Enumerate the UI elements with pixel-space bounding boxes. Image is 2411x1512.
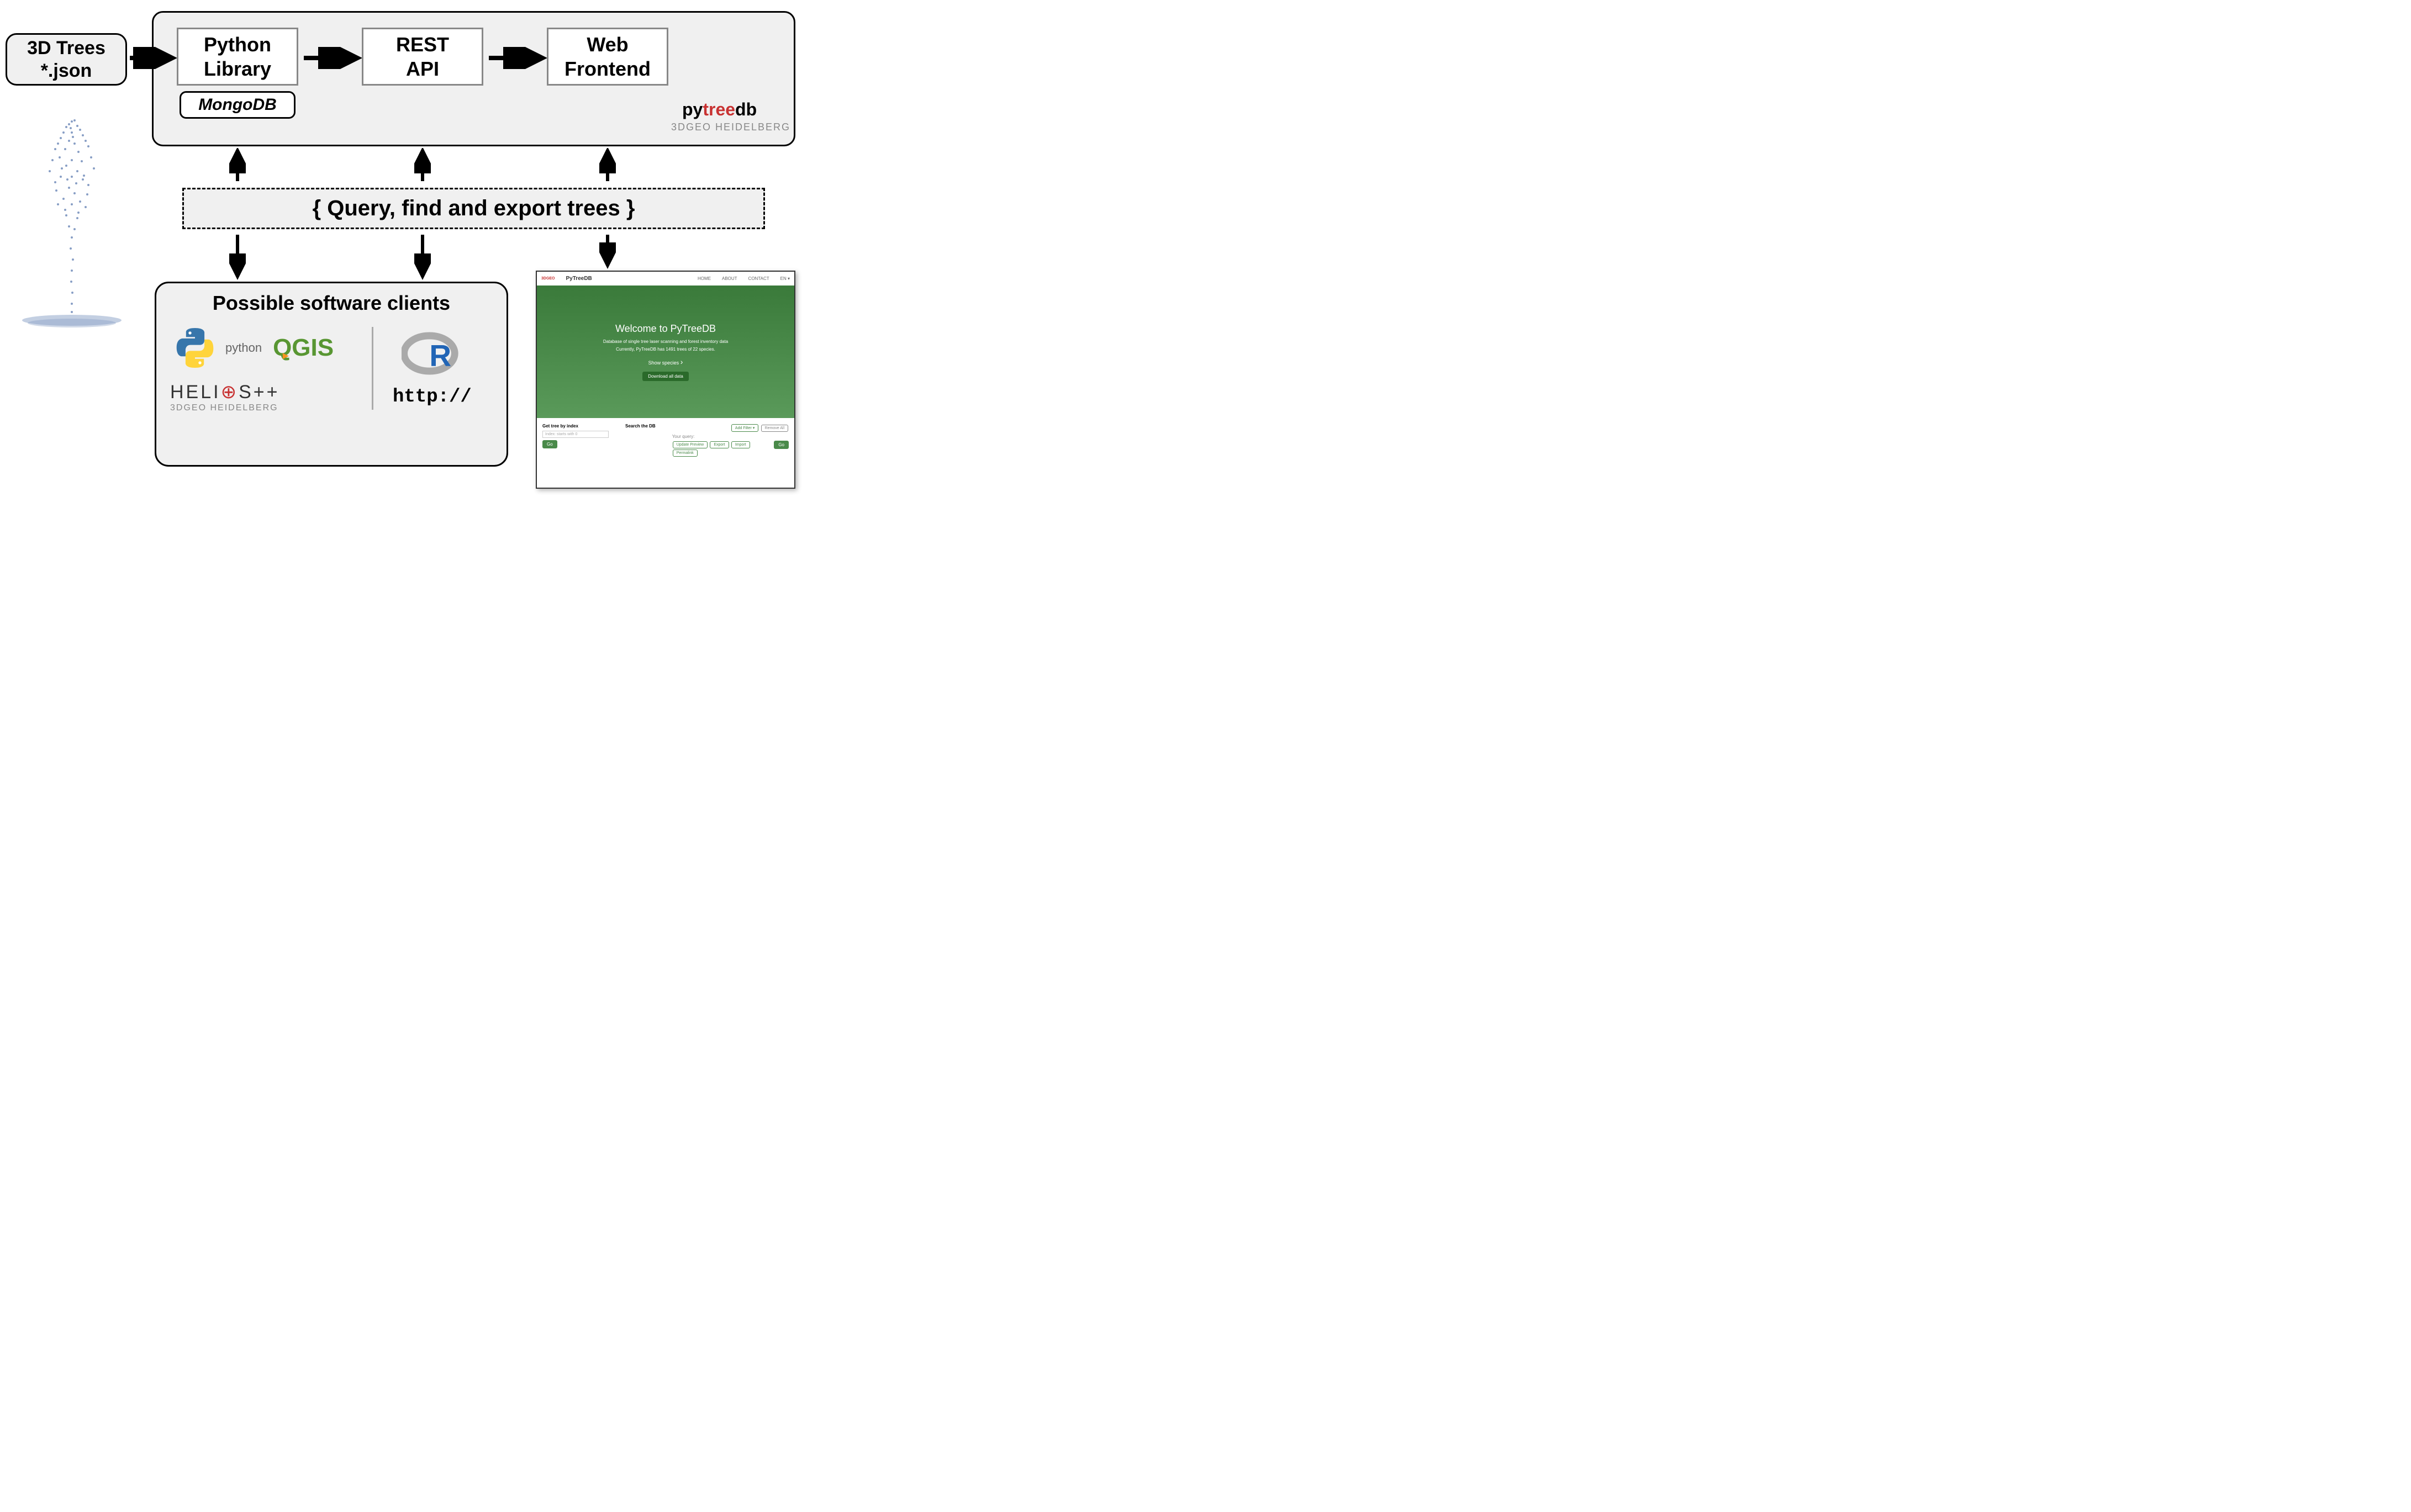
- arrow-rest-to-web: [486, 47, 547, 69]
- clients-title: Possible software clients: [170, 292, 493, 315]
- query-export-box: { Query, find and export trees }: [182, 188, 765, 229]
- nav-home[interactable]: HOME: [698, 276, 711, 281]
- import-button[interactable]: Import: [731, 441, 750, 448]
- brand-tree: tree: [703, 99, 735, 119]
- arrow-rest-to-query: [414, 148, 431, 188]
- web-preview-footer: Get tree by index Index: starts with 0 G…: [537, 418, 794, 463]
- hero-sub2: Currently, PyTreeDB has 1491 trees of 22…: [616, 347, 715, 352]
- update-preview-button[interactable]: Update Preview: [673, 441, 708, 448]
- add-filter-button[interactable]: Add Filter ▾: [731, 424, 758, 432]
- hero-title: Welcome to PyTreeDB: [615, 323, 716, 335]
- export-button[interactable]: Export: [710, 441, 729, 448]
- brand-db: db: [735, 99, 757, 119]
- go-button-2[interactable]: Go: [774, 441, 789, 449]
- web-frontend-box: Web Frontend: [547, 28, 668, 86]
- clients-divider: [372, 327, 373, 410]
- pytreedb-brand-sub: 3DGEO HEIDELBERG: [671, 121, 790, 133]
- arrow-query-to-preview: [599, 229, 616, 271]
- your-query-label: Your query:: [672, 434, 789, 439]
- pytreedb-brand: pytreedb: [682, 99, 757, 120]
- arrow-web-to-query: [599, 148, 616, 188]
- input-3d-trees-box: 3D Trees *.json: [6, 33, 127, 86]
- mongodb-box: MongoDB: [180, 91, 296, 119]
- nav-contact[interactable]: CONTACT: [748, 276, 769, 281]
- hero-sub1: Database of single tree laser scanning a…: [603, 339, 728, 344]
- remove-all-button[interactable]: Remove All: [761, 425, 788, 432]
- tree-pointcloud-image: [17, 94, 133, 342]
- helios-sub: 3DGEO HEIDELBERG: [170, 403, 352, 413]
- helios-logo: HELI⊕S++ 3DGEO HEIDELBERG: [170, 381, 352, 413]
- python-logo-icon: [170, 323, 220, 373]
- qgis-logo: Q▸QGISGIS: [273, 334, 334, 362]
- brand-py: py: [682, 99, 703, 119]
- footer-search-label: Search the DB: [625, 424, 656, 429]
- r-logo-icon: R: [402, 329, 462, 378]
- web-preview-hero: Welcome to PyTreeDB Database of single t…: [537, 286, 794, 418]
- go-button-1[interactable]: Go: [542, 440, 557, 448]
- web-frontend-preview: 3DGEO PyTreeDB HOME ABOUT CONTACT EN ▾ W…: [536, 271, 795, 489]
- permalink-button[interactable]: Permalink: [673, 450, 698, 457]
- input-line1: 3D Trees: [27, 38, 105, 59]
- input-line2: *.json: [41, 60, 92, 81]
- download-button[interactable]: Download all data: [642, 372, 689, 381]
- python-label: python: [225, 341, 262, 355]
- footer-get-label: Get tree by index: [542, 424, 609, 429]
- arrow-query-to-clients: [229, 229, 246, 282]
- arrow-pylib-to-query: [229, 148, 246, 188]
- svg-text:R: R: [430, 339, 452, 373]
- nav-lang[interactable]: EN ▾: [780, 276, 790, 281]
- arrow-input-to-pylib: [127, 47, 177, 69]
- show-species-link[interactable]: Show species ›: [648, 357, 683, 366]
- arrow-query-to-clients-2: [414, 229, 431, 282]
- rest-api-box: REST API: [362, 28, 483, 86]
- http-label: http://: [393, 387, 472, 408]
- nav-about[interactable]: ABOUT: [722, 276, 737, 281]
- python-library-box: Python Library: [177, 28, 298, 86]
- index-input[interactable]: Index: starts with 0: [542, 431, 609, 438]
- web-preview-brand: PyTreeDB: [566, 276, 592, 282]
- clients-container: Possible software clients python Q▸QGISG…: [155, 282, 508, 467]
- arrow-pylib-to-rest: [301, 47, 362, 69]
- web-preview-header: 3DGEO PyTreeDB HOME ABOUT CONTACT EN ▾: [537, 272, 794, 286]
